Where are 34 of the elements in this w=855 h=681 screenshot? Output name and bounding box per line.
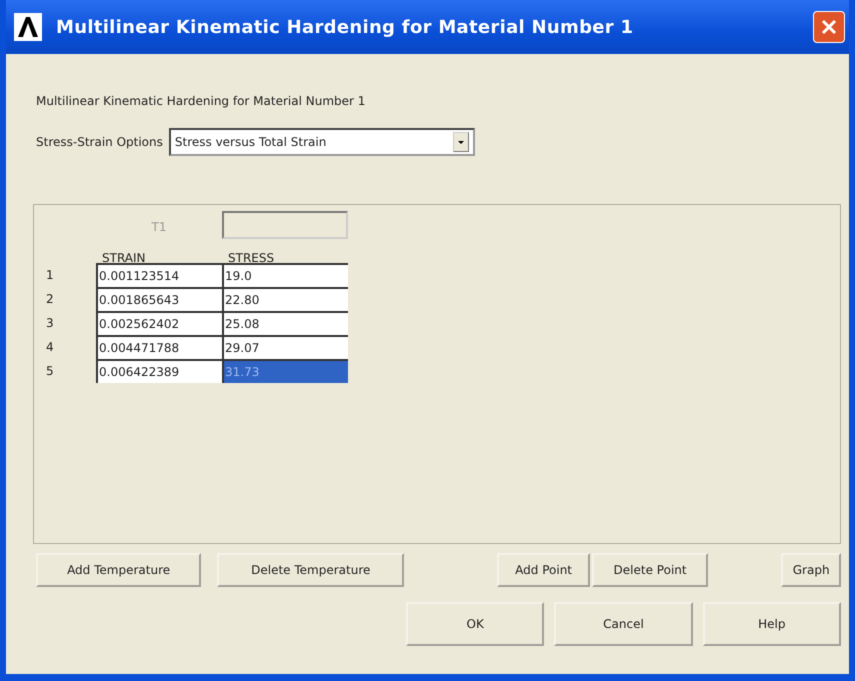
table-button[interactable]: Add Point bbox=[497, 553, 590, 587]
temperature-label: T1 bbox=[150, 220, 168, 234]
column-header: STRESS bbox=[227, 251, 276, 265]
strain-field[interactable]: 0.006422389 bbox=[96, 359, 222, 383]
dialog-button[interactable]: Cancel bbox=[554, 602, 693, 646]
temperature-field[interactable] bbox=[222, 211, 348, 239]
stress-field[interactable]: 25.08 bbox=[222, 311, 348, 335]
dialog-button[interactable]: OK bbox=[406, 602, 544, 646]
stress-field[interactable]: 22.80 bbox=[222, 287, 348, 311]
strain-field[interactable]: 0.001123514 bbox=[96, 263, 222, 287]
table-button[interactable]: Delete Point bbox=[592, 553, 708, 587]
caret-icon bbox=[452, 132, 469, 152]
logo-icon bbox=[14, 13, 42, 41]
strain-field[interactable]: 0.002562402 bbox=[96, 311, 222, 335]
column-header: STRAIN bbox=[101, 251, 147, 265]
table-button[interactable]: Add Temperature bbox=[36, 553, 202, 587]
row-number: 5 bbox=[45, 364, 55, 378]
row-number: 3 bbox=[45, 316, 55, 330]
strain-field[interactable]: 0.004471788 bbox=[96, 335, 222, 359]
close-button[interactable] bbox=[813, 11, 845, 43]
window-title: Multilinear Kinematic Hardening for Material Number 1 bbox=[56, 16, 634, 38]
table-button[interactable]: Graph bbox=[781, 553, 842, 587]
table-button[interactable]: Delete Temperature bbox=[217, 553, 404, 587]
stress-field[interactable]: 29.07 bbox=[222, 335, 348, 359]
dialog-button[interactable]: Help bbox=[702, 602, 841, 646]
row-number: 2 bbox=[45, 292, 55, 306]
close-icon bbox=[820, 18, 838, 36]
options-dropdown[interactable]: Stress versus Total Strain bbox=[168, 128, 475, 156]
row-number: 1 bbox=[45, 268, 55, 282]
stress-field[interactable]: 19.0 bbox=[222, 263, 348, 287]
dialog-heading: Multilinear Kinematic Hardening for Material Number 1 bbox=[36, 94, 366, 108]
options-label: Stress-Strain Options bbox=[36, 135, 163, 149]
strain-field[interactable]: 0.001865643 bbox=[96, 287, 222, 311]
row-number: 4 bbox=[45, 340, 55, 354]
